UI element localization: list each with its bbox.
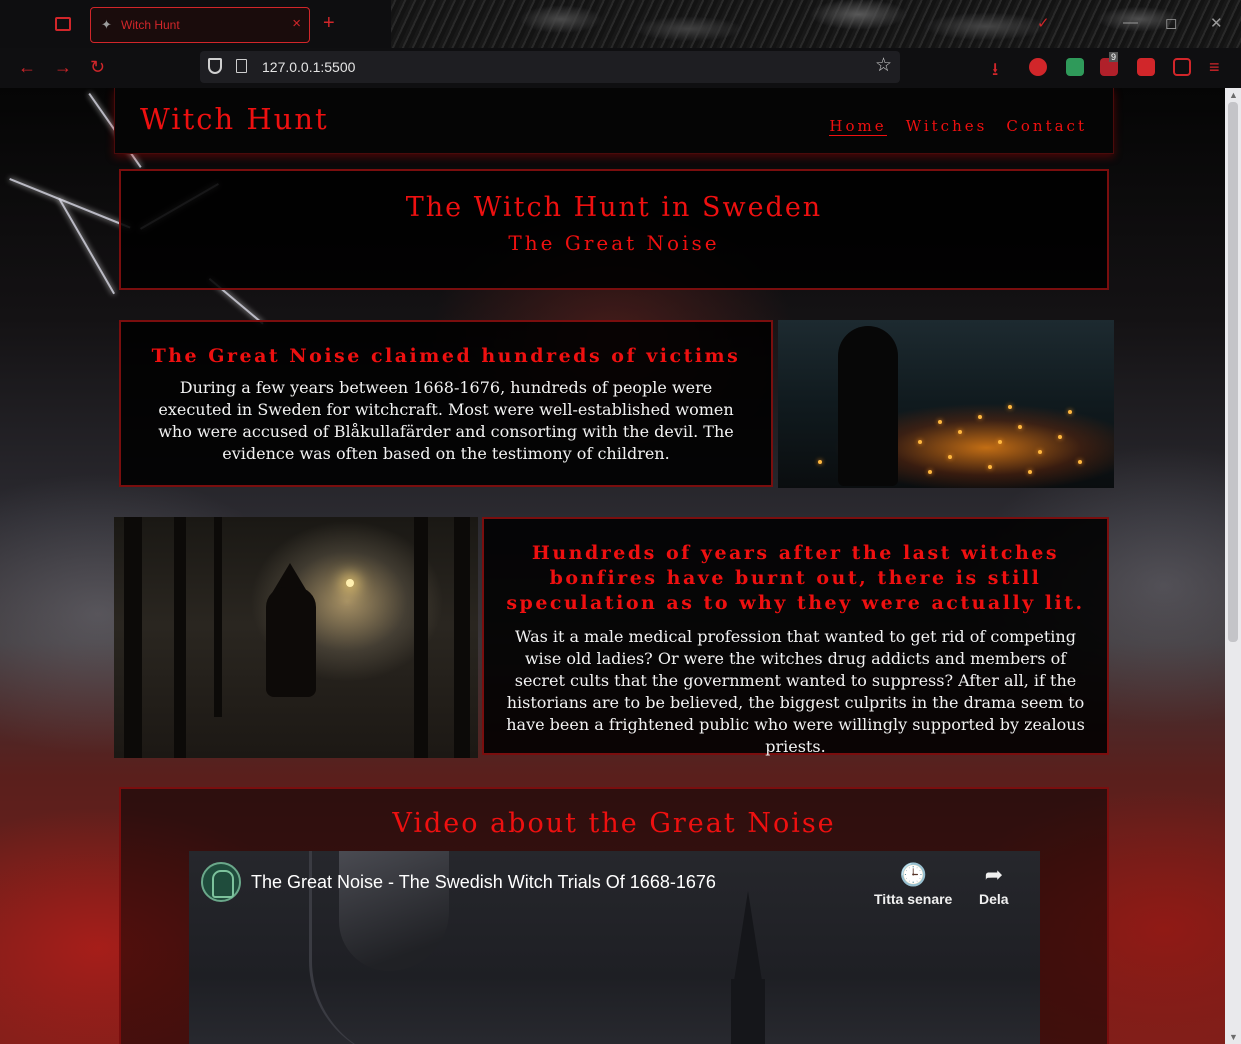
- candle: [948, 455, 952, 459]
- witch-figure: [266, 587, 316, 697]
- video-title[interactable]: The Great Noise - The Swedish Witch Tria…: [251, 872, 716, 893]
- extensions-puzzle-icon[interactable]: [1173, 58, 1191, 76]
- scroll-up-icon[interactable]: ▲: [1229, 90, 1238, 100]
- tree: [174, 517, 186, 758]
- page-viewport: Witch Hunt Home Witches Contact The Witc…: [0, 88, 1225, 1044]
- address-bar[interactable]: 127.0.0.1:5500 ☆: [200, 51, 900, 83]
- witch-in-forest-image: [114, 517, 478, 758]
- extension-badge-icon[interactable]: 9: [1100, 52, 1119, 76]
- candle: [928, 470, 932, 474]
- nav-home-link[interactable]: Home: [829, 117, 887, 136]
- watch-later-label: Titta senare: [874, 891, 953, 907]
- forward-button[interactable]: →: [54, 57, 72, 78]
- back-button[interactable]: ←: [18, 57, 36, 78]
- extension-badge-count: 9: [1109, 52, 1119, 62]
- hooded-figure-candles-image: [778, 320, 1114, 488]
- candle: [1078, 460, 1082, 464]
- candle: [1068, 410, 1072, 414]
- share-label: Dela: [979, 891, 1009, 907]
- nav-contact-link[interactable]: Contact: [1006, 117, 1087, 135]
- candle: [1028, 470, 1032, 474]
- maximize-button[interactable]: ◻: [1165, 14, 1177, 32]
- video-thumbnail-steeple: [734, 891, 762, 981]
- app-menu-icon[interactable]: ≡: [1209, 57, 1220, 78]
- navigation-toolbar: ← → ↻ 127.0.0.1:5500 ☆ ⭳ 9 ≡: [0, 48, 1241, 88]
- shield-icon[interactable]: [208, 58, 222, 74]
- candle: [978, 415, 982, 419]
- video-section: Video about the Great Noise The Great No…: [119, 787, 1109, 1044]
- reload-button[interactable]: ↻: [90, 57, 105, 78]
- nav-witches-link[interactable]: Witches: [906, 117, 988, 135]
- site-nav: Home Witches Contact: [815, 116, 1087, 136]
- info-card-speculation: Hundreds of years after the last witches…: [482, 517, 1109, 756]
- close-window-button[interactable]: ✕: [1210, 14, 1223, 32]
- minimize-button[interactable]: —: [1123, 14, 1138, 31]
- url-text[interactable]: 127.0.0.1:5500: [262, 59, 355, 75]
- lantern-light: [346, 579, 354, 587]
- tab-close-icon[interactable]: ×: [292, 15, 301, 32]
- tree: [454, 517, 470, 758]
- hero-title: The Witch Hunt in Sweden: [405, 192, 823, 223]
- hooded-figure: [838, 326, 898, 486]
- site-header: Witch Hunt Home Witches Contact: [114, 88, 1114, 154]
- scrollbar-thumb[interactable]: [1228, 102, 1238, 642]
- page-scrollbar[interactable]: ▲ ▼: [1225, 88, 1241, 1044]
- card-title: Hundreds of years after the last witches…: [506, 542, 1085, 614]
- tree: [214, 517, 222, 717]
- bookmark-star-icon[interactable]: ☆: [875, 54, 892, 76]
- info-card-victims: The Great Noise claimed hundreds of vict…: [119, 320, 773, 487]
- ublock-extension-icon[interactable]: [1029, 58, 1047, 76]
- lightning-decoration: [9, 178, 131, 229]
- candle: [1038, 450, 1042, 454]
- site-logo[interactable]: Witch Hunt: [140, 102, 329, 136]
- extension-check-icon[interactable]: [1066, 58, 1084, 76]
- share-button[interactable]: ➦ Dela: [979, 862, 1009, 908]
- candle: [1018, 425, 1022, 429]
- tree: [124, 517, 142, 758]
- tab-witch-hunt[interactable]: ✦ Witch Hunt ×: [90, 7, 310, 43]
- candle: [958, 430, 962, 434]
- tab-overview-icon[interactable]: [55, 17, 71, 31]
- theme-background: [391, 0, 1241, 48]
- candle: [998, 440, 1002, 444]
- new-tab-button[interactable]: +: [323, 12, 335, 35]
- candle: [918, 440, 922, 444]
- card-body: During a few years between 1668-1676, hu…: [158, 378, 734, 463]
- candle: [1008, 405, 1012, 409]
- card-title: The Great Noise claimed hundreds of vict…: [151, 345, 741, 367]
- candle: [1058, 435, 1062, 439]
- clock-icon: 🕒: [899, 862, 927, 887]
- card-body: Was it a male medical profession that wa…: [506, 627, 1085, 756]
- video-heading: Video about the Great Noise: [392, 808, 836, 839]
- candle: [938, 420, 942, 424]
- extension-red-icon[interactable]: [1137, 58, 1155, 76]
- share-arrow-icon: ➦: [984, 862, 1003, 887]
- candle: [988, 465, 992, 469]
- youtube-player[interactable]: The Great Noise - The Swedish Witch Tria…: [189, 851, 1040, 1044]
- list-all-tabs-icon[interactable]: ✓: [1037, 14, 1050, 32]
- candle: [818, 460, 822, 464]
- video-thumbnail-tower: [731, 979, 765, 1044]
- hero-panel: The Witch Hunt in Sweden The Great Noise: [119, 169, 1109, 290]
- hero-subtitle: The Great Noise: [508, 231, 720, 255]
- tree: [414, 517, 428, 758]
- browser-window: ✦ Witch Hunt × + ✓ — ◻ ✕ ← → ↻ 127.0.0.1…: [0, 0, 1241, 1044]
- watch-later-button[interactable]: 🕒 Titta senare: [874, 862, 953, 908]
- lightning-decoration: [58, 198, 115, 295]
- page-info-icon[interactable]: [236, 59, 247, 73]
- tab-title: Witch Hunt: [121, 18, 180, 32]
- tab-strip: ✦ Witch Hunt × + ✓ — ◻ ✕: [0, 0, 1241, 48]
- channel-avatar[interactable]: [201, 862, 241, 902]
- favicon-icon: ✦: [101, 18, 112, 33]
- download-icon[interactable]: ⭳: [992, 57, 998, 87]
- scroll-down-icon[interactable]: ▼: [1229, 1032, 1238, 1042]
